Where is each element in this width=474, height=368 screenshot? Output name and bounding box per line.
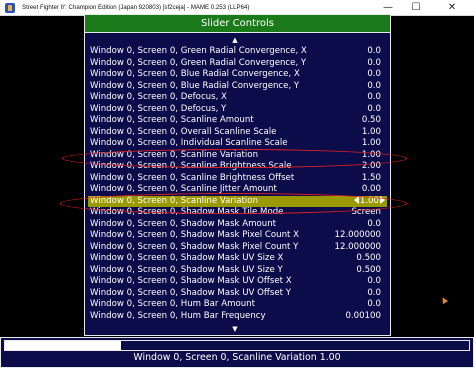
slider-row[interactable]: Window 0, Screen 0, Shadow Mask Amount 0.… [88, 219, 387, 230]
slider-status-text: Window 0, Screen 0, Scanline Variation 1… [133, 352, 341, 363]
maximize-button[interactable]: ☐ [402, 0, 430, 16]
slider-row-label: Window 0, Screen 0, Blue Radial Converge… [90, 69, 300, 79]
annotation-ellipse [62, 149, 407, 168]
slider-row-value: 0.0 [367, 69, 381, 79]
slider-row-value-group: 1.00 [362, 127, 381, 138]
slider-row-label: Window 0, Screen 0, Defocus, Y [90, 103, 227, 114]
slider-row-label: Window 0, Screen 0, Shadow Mask UV Size … [90, 253, 284, 263]
slider-row-value: 0.0 [367, 46, 381, 56]
slider-row-label: Window 0, Screen 0, Shadow Mask UV Offse… [90, 287, 291, 298]
slider-row[interactable]: Window 0, Screen 0, Defocus, Y 0.0 [88, 104, 387, 115]
slider-row-value: 0.0 [367, 57, 381, 68]
slider-row-value: 0.0 [367, 92, 381, 102]
scroll-down-icon[interactable]: ▼ [229, 325, 241, 333]
slider-row-label: Window 0, Screen 0, Scanline Brightness … [90, 172, 295, 183]
slider-row-label: Window 0, Screen 0, Shadow Mask Amount [90, 218, 277, 229]
slider-row[interactable]: Window 0, Screen 0, Green Radial Converg… [88, 46, 387, 57]
annotation-ellipse [60, 193, 407, 214]
slider-row-label: Window 0, Screen 0, Shadow Mask UV Offse… [90, 276, 292, 286]
slider-row-value: 0.0 [367, 287, 381, 298]
slider-row[interactable]: Window 0, Screen 0, Shadow Mask UV Offse… [88, 288, 387, 299]
slider-row-label: Window 0, Screen 0, Shadow Mask Pixel Co… [90, 230, 300, 240]
slider-row[interactable]: Window 0, Screen 0, Shadow Mask Pixel Co… [88, 242, 387, 253]
slider-row-value-group: 0.0 [367, 299, 381, 310]
slider-row[interactable]: Window 0, Screen 0, Hum Bar Frequency 0.0… [88, 311, 387, 322]
slider-row-label: Window 0, Screen 0, Overall Scanline Sca… [90, 126, 277, 137]
slider-row[interactable]: Window 0, Screen 0, Hum Bar Amount 0.0 [88, 299, 387, 310]
slider-row-value-group: 0.0 [367, 69, 381, 80]
slider-row-value-group: 0.0 [367, 219, 381, 230]
close-button[interactable]: ✕ [438, 0, 466, 16]
slider-row-value: 0.00 [361, 184, 381, 194]
slider-row-label: Window 0, Screen 0, Hum Bar Amount [90, 299, 255, 309]
slider-row-value: 12.000000 [334, 230, 381, 240]
slider-row-value: 0.0 [367, 276, 381, 286]
slider-row-label: Window 0, Screen 0, Shadow Mask UV Size … [90, 264, 283, 275]
slider-row-label: Window 0, Screen 0, Hum Bar Frequency [90, 310, 266, 321]
slider-row-value-group: 0.500 [356, 265, 381, 276]
slider-row-value: 0.0 [367, 299, 381, 309]
slider-row[interactable]: Window 0, Screen 0, Defocus, X 0.0 [88, 92, 387, 103]
slider-row-value: 0.0 [367, 80, 381, 91]
slider-row-value-group: 0.00100 [345, 311, 381, 322]
slider-row[interactable]: Window 0, Screen 0, Scanline Amount 0.50 [88, 115, 387, 126]
slider-row-value: 0.0 [367, 218, 381, 229]
slider-row[interactable]: Window 0, Screen 0, Overall Scanline Sca… [88, 127, 387, 138]
slider-row[interactable]: Window 0, Screen 0, Shadow Mask Pixel Co… [88, 230, 387, 241]
slider-row-value-group: 0.0 [367, 92, 381, 103]
scroll-up-icon[interactable]: ▲ [229, 36, 241, 44]
slider-row-value-group: 12.000000 [335, 242, 381, 253]
slider-row[interactable]: Window 0, Screen 0, Shadow Mask UV Size … [88, 253, 387, 264]
slider-row-value-group: 0.500 [356, 253, 381, 264]
slider-row-value: 12.000000 [334, 241, 381, 252]
slider-row-label: Window 0, Screen 0, Shadow Mask Pixel Co… [90, 241, 299, 252]
slider-row[interactable]: Window 0, Screen 0, Scanline Brightness … [88, 173, 387, 184]
slider-row[interactable]: Window 0, Screen 0, Shadow Mask UV Size … [88, 265, 387, 276]
slider-row-value-group: 0.0 [367, 104, 381, 115]
slider-row-value: 0.50 [361, 115, 381, 125]
slider-row[interactable]: Window 0, Screen 0, Shadow Mask UV Offse… [88, 276, 387, 287]
slider-row-value: 0.500 [356, 253, 381, 263]
slider-row-value: 1.00 [361, 126, 381, 137]
slider-row-label: Window 0, Screen 0, Scanline Amount [90, 115, 254, 125]
slider-row[interactable]: Window 0, Screen 0, Green Radial Converg… [88, 58, 387, 69]
slider-row-label: Window 0, Screen 0, Green Radial Converg… [90, 57, 307, 68]
slider-row-label: Window 0, Screen 0, Defocus, X [90, 92, 227, 102]
slider-row-value: 1.00 [361, 138, 381, 148]
slider-row-label: Window 0, Screen 0, Green Radial Converg… [90, 46, 307, 56]
slider-row-value-group: 0.0 [367, 46, 381, 57]
slider-row-value-group: 0.50 [362, 115, 381, 126]
slider-row-value-group: 0.0 [367, 81, 381, 92]
slider-row-label: Window 0, Screen 0, Blue Radial Converge… [90, 80, 300, 91]
slider-row-label: Window 0, Screen 0, Individual Scanline … [90, 138, 288, 148]
slider-row-value: 1.50 [361, 172, 381, 183]
slider-row[interactable]: Window 0, Screen 0, Individual Scanline … [88, 138, 387, 149]
slider-row-value: 0.0 [367, 103, 381, 114]
slider-row[interactable]: Window 0, Screen 0, Blue Radial Converge… [88, 81, 387, 92]
panel-title: Slider Controls [84, 14, 391, 33]
value-slider[interactable] [4, 340, 470, 351]
slider-row-value-group: 0.00 [362, 184, 381, 195]
mouse-cursor-icon [439, 295, 449, 305]
slider-row[interactable]: Window 0, Screen 0, Blue Radial Converge… [88, 69, 387, 80]
slider-row-value-group: 0.0 [367, 276, 381, 287]
slider-fill [5, 341, 121, 350]
slider-row-value-group: 1.50 [362, 173, 381, 184]
slider-row-value: 0.00100 [345, 310, 381, 321]
slider-row-value-group: 12.000000 [335, 230, 381, 241]
app-icon [5, 3, 15, 13]
slider-row-value-group: 1.00 [362, 138, 381, 149]
slider-row-value: 0.500 [356, 264, 381, 275]
slider-row-value-group: 0.0 [367, 288, 381, 299]
slider-row-value-group: 0.0 [367, 58, 381, 69]
